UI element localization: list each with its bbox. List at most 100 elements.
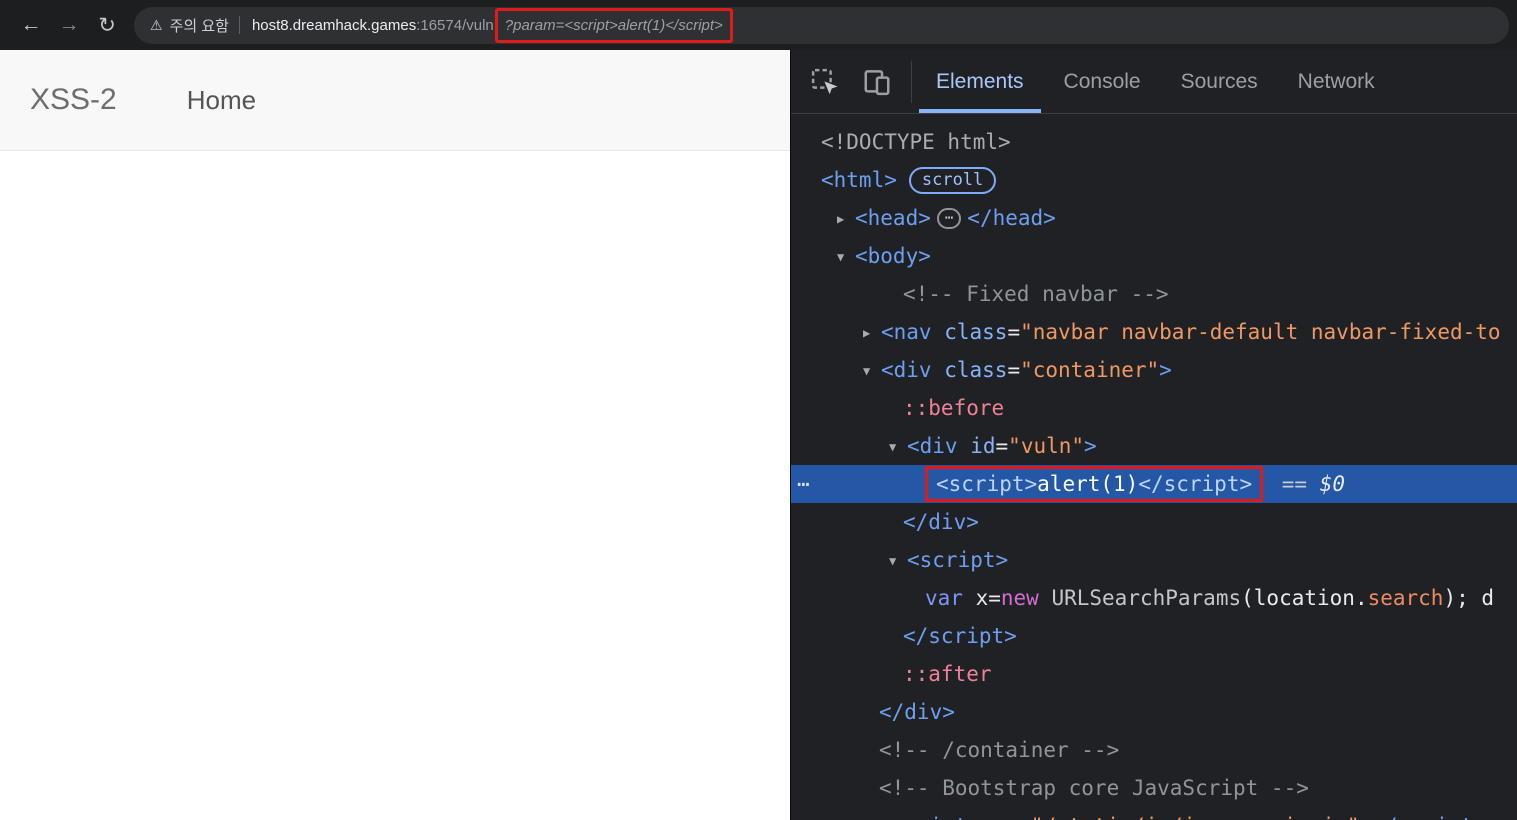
node-script-close[interactable]: </script>	[791, 617, 1517, 655]
token: URLSearchParams	[1051, 586, 1242, 610]
node-pseudo-before[interactable]: ::before	[791, 389, 1517, 427]
inspect-element-button[interactable]	[807, 64, 843, 100]
token: </script	[1372, 814, 1473, 820]
token: <script	[879, 814, 968, 820]
token: =	[1007, 320, 1021, 344]
token: </div>	[903, 510, 979, 534]
node-nav[interactable]: ▶ <nav class="navbar navbar-default navba…	[791, 313, 1517, 351]
token: </div>	[879, 700, 955, 724]
token: >	[1084, 434, 1097, 458]
collapse-arrow-icon[interactable]: ▼	[863, 352, 881, 389]
token: <body>	[855, 244, 931, 268]
omnibox-divider	[238, 16, 240, 34]
node-comment-fixed-navbar[interactable]: <!-- Fixed navbar -->	[791, 275, 1517, 313]
token: ==	[1269, 472, 1320, 496]
node-script-payload[interactable]: ⋯ <script>alert(1)</script> == $0	[791, 465, 1517, 503]
token: "/static/js/jquery.min.js"	[1031, 814, 1360, 820]
node-comment-container[interactable]: <!-- /container -->	[791, 731, 1517, 769]
tab-console[interactable]: Console	[1047, 50, 1158, 113]
token: class	[931, 358, 1008, 382]
token: "navbar navbar-default navbar-fixed-to	[1020, 320, 1501, 344]
expand-arrow-icon[interactable]: ▶	[837, 200, 855, 237]
page-viewport: XSS-2 Home	[0, 50, 790, 820]
toolbar-divider	[911, 60, 912, 103]
token: var	[925, 586, 963, 610]
token: =	[995, 434, 1009, 458]
token: .	[1354, 586, 1368, 610]
token: $0	[1319, 472, 1345, 496]
collapse-arrow-icon[interactable]: ▼	[889, 428, 907, 465]
token: <!-- Bootstrap core JavaScript -->	[879, 776, 1309, 800]
warning-icon: ⚠	[150, 16, 163, 33]
token: search	[1367, 586, 1444, 610]
token: <!DOCTYPE html>	[821, 130, 1011, 154]
node-head[interactable]: ▶ <head> ⋯ </head>	[791, 199, 1517, 237]
inspect-cursor-icon	[811, 68, 838, 94]
token: </script>	[1138, 472, 1253, 496]
devtools-toolbar: Elements Console Sources Network	[791, 50, 1517, 114]
warning-label: 주의 요함	[169, 17, 229, 35]
collapse-arrow-icon[interactable]: ▼	[837, 238, 855, 275]
devtools-tabs: Elements Console Sources Network	[916, 50, 1395, 113]
token: <script>	[907, 548, 1009, 572]
node-div-container[interactable]: ▼ <div class="container">	[791, 351, 1517, 389]
token: (	[1241, 586, 1254, 610]
node-script-open[interactable]: ▼ <script>	[791, 541, 1517, 579]
node-body[interactable]: ▼ <body>	[791, 237, 1517, 275]
expand-arrow-icon[interactable]: ▶	[863, 314, 881, 351]
token: id	[957, 434, 996, 458]
node-pseudo-after[interactable]: ::after	[791, 655, 1517, 693]
annotation-box-devtools: <script>alert(1)</script>	[925, 466, 1264, 502]
token: <!-- /container -->	[879, 738, 1120, 762]
token: class	[931, 320, 1008, 344]
devtools-panel: Elements Console Sources Network <!DOCTY…	[790, 50, 1517, 820]
token: <div	[881, 358, 932, 382]
node-doctype[interactable]: <!DOCTYPE html>	[791, 123, 1517, 161]
token: >	[1159, 358, 1172, 382]
token: "container"	[1020, 358, 1160, 382]
node-script-jquery[interactable]: <script src="/static/js/jquery.min.js"><…	[791, 807, 1517, 820]
node-html[interactable]: <html> scroll	[791, 161, 1517, 199]
token: </head>	[967, 206, 1056, 230]
token: ::after	[903, 662, 992, 686]
url-path: :16574/vuln	[416, 16, 494, 34]
dom-tree: <!DOCTYPE html> <html> scroll ▶ <head> ⋯ </hea…	[791, 115, 1517, 820]
tab-sources[interactable]: Sources	[1164, 50, 1275, 113]
token: x=	[962, 586, 1001, 610]
address-bar[interactable]: ⚠ 주의 요함 host8.dreamhack.games :16574/vul…	[134, 6, 1509, 44]
node-div-container-close[interactable]: </div>	[791, 693, 1517, 731]
collapsed-content-icon[interactable]: ⋯	[936, 208, 962, 229]
token: alert(1)	[1037, 472, 1139, 496]
site-brand-link[interactable]: XSS-2	[30, 83, 117, 117]
token: =	[1007, 358, 1021, 382]
node-comment-bootstrap[interactable]: <!-- Bootstrap core JavaScript -->	[791, 769, 1517, 807]
browser-toolbar: ← → ↻ ⚠ 주의 요함 host8.dreamhack.games :165…	[0, 0, 1517, 50]
collapse-arrow-icon[interactable]: ▼	[889, 542, 907, 579]
site-navbar: XSS-2 Home	[0, 50, 790, 151]
node-div-vuln[interactable]: ▼ <div id="vuln">	[791, 427, 1517, 465]
url-query: ?param=<script>alert(1)</script>	[504, 16, 723, 34]
token: </script>	[903, 624, 1017, 648]
forward-button[interactable]: →	[50, 13, 88, 37]
token: =	[1018, 814, 1031, 820]
site-security-badge[interactable]: ⚠ 주의 요함	[150, 15, 229, 36]
scroll-badge[interactable]: scroll	[908, 167, 997, 194]
device-toolbar-button[interactable]	[859, 64, 895, 100]
annotation-box-url: ?param=<script>alert(1)</script>	[494, 7, 733, 43]
token: <script>	[936, 472, 1038, 496]
token: new	[1000, 586, 1039, 610]
node-div-vuln-close[interactable]: </div>	[791, 503, 1517, 541]
nav-item-home[interactable]: Home	[187, 85, 256, 116]
refresh-button[interactable]: ↻	[88, 13, 126, 38]
token: <nav	[881, 320, 932, 344]
node-script-text[interactable]: var x=new URLSearchParams(location.searc…	[791, 579, 1517, 617]
token: location	[1253, 586, 1355, 610]
more-actions-icon[interactable]: ⋯	[797, 465, 810, 503]
tab-elements[interactable]: Elements	[919, 50, 1041, 113]
tab-network[interactable]: Network	[1281, 50, 1392, 113]
token: <!-- Fixed navbar -->	[903, 282, 1169, 306]
back-button[interactable]: ←	[12, 13, 50, 37]
token: <html>	[821, 168, 897, 192]
token: ); d	[1443, 586, 1495, 610]
